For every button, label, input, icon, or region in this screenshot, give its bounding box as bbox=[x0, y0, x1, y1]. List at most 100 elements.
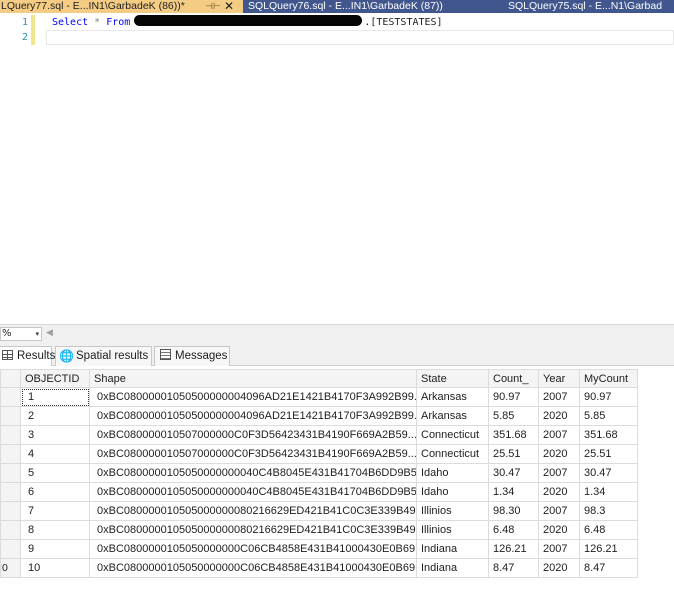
cell-objectid[interactable]: 3 bbox=[20, 425, 90, 445]
table-row[interactable]: 5 0xBC0800000105050000000040C4B8045E431B… bbox=[0, 463, 638, 483]
tab-sqlquery75[interactable]: SQLQuery75.sql - E...N1\Garbad bbox=[508, 0, 674, 13]
cell-year[interactable]: 2007 bbox=[538, 501, 580, 521]
row-number[interactable] bbox=[0, 406, 21, 426]
tab-results[interactable]: Results bbox=[0, 346, 55, 367]
tab-spatial-results[interactable]: 🌐 Spatial results bbox=[55, 346, 152, 366]
column-header-objectid[interactable]: OBJECTID bbox=[20, 369, 90, 388]
cell-objectid[interactable]: 2 bbox=[20, 406, 90, 426]
cell-objectid[interactable]: 1 bbox=[20, 387, 90, 407]
cell-state[interactable]: Illinios bbox=[416, 501, 489, 521]
cell-objectid[interactable]: 6 bbox=[20, 482, 90, 502]
cell-shape[interactable]: 0xBC080000010505000000080216629ED421B41C… bbox=[89, 501, 417, 521]
cell-shape[interactable]: 0xBC080000010505000000080216629ED421B41C… bbox=[89, 520, 417, 540]
row-number[interactable] bbox=[0, 539, 21, 559]
cell-shape[interactable]: 0xBC0800000105050000000C06CB4858E431B410… bbox=[89, 539, 417, 559]
cell-count[interactable]: 98.30 bbox=[488, 501, 539, 521]
cell-mycount[interactable]: 1.34 bbox=[579, 482, 638, 502]
column-header-shape[interactable]: Shape bbox=[89, 369, 417, 388]
row-number[interactable] bbox=[0, 463, 21, 483]
query-editor[interactable]: 1 2 Select * From .[TESTSTATES] bbox=[0, 13, 674, 324]
cell-year[interactable]: 2007 bbox=[538, 425, 580, 445]
code-line-1[interactable]: Select * From .[TESTSTATES] bbox=[52, 15, 443, 30]
scroll-left-arrow-icon[interactable]: ◀ bbox=[46, 328, 53, 338]
column-header-count[interactable]: Count_ bbox=[488, 369, 539, 388]
pin-icon[interactable]: ⊣⊢ bbox=[205, 0, 221, 13]
results-grid[interactable]: OBJECTID Shape State Count_ Year MyCount… bbox=[0, 369, 638, 578]
table-row[interactable]: 1 0xBC08000001050500000004096AD21E1421B4… bbox=[0, 387, 638, 407]
cell-mycount[interactable]: 5.85 bbox=[579, 406, 638, 426]
table-row[interactable]: 2 0xBC08000001050500000004096AD21E1421B4… bbox=[0, 406, 638, 426]
table-row[interactable]: 9 0xBC0800000105050000000C06CB4858E431B4… bbox=[0, 539, 638, 559]
cell-shape[interactable]: 0xBC08000001050500000004096AD21E1421B417… bbox=[89, 387, 417, 407]
cell-year[interactable]: 2020 bbox=[538, 520, 580, 540]
cell-state[interactable]: Idaho bbox=[416, 463, 489, 483]
cell-count[interactable]: 1.34 bbox=[488, 482, 539, 502]
tab-sqlquery76[interactable]: SQLQuery76.sql - E...IN1\GarbadeK (87)) bbox=[248, 0, 498, 13]
cell-mycount[interactable]: 25.51 bbox=[579, 444, 638, 464]
cell-mycount[interactable]: 351.68 bbox=[579, 425, 638, 445]
cell-state[interactable]: Arkansas bbox=[416, 406, 489, 426]
cell-state[interactable]: Connecticut bbox=[416, 425, 489, 445]
column-header-state[interactable]: State bbox=[416, 369, 489, 388]
table-row[interactable]: 6 0xBC0800000105050000000040C4B8045E431B… bbox=[0, 482, 638, 502]
cell-year[interactable]: 2007 bbox=[538, 387, 580, 407]
cell-mycount[interactable]: 30.47 bbox=[579, 463, 638, 483]
cell-year[interactable]: 2007 bbox=[538, 539, 580, 559]
cell-objectid[interactable]: 5 bbox=[20, 463, 90, 483]
cell-state[interactable]: Connecticut bbox=[416, 444, 489, 464]
cell-year[interactable]: 2020 bbox=[538, 444, 580, 464]
column-header-mycount[interactable]: MyCount bbox=[579, 369, 638, 388]
cell-mycount[interactable]: 98.3 bbox=[579, 501, 638, 521]
cell-objectid[interactable]: 8 bbox=[20, 520, 90, 540]
cell-shape[interactable]: 0xBC0800000105050000000C06CB4858E431B410… bbox=[89, 558, 417, 578]
row-number[interactable]: 0 bbox=[0, 558, 21, 578]
close-icon[interactable]: ✕ bbox=[221, 0, 237, 13]
cell-count[interactable]: 25.51 bbox=[488, 444, 539, 464]
cell-state[interactable]: Arkansas bbox=[416, 387, 489, 407]
cell-state[interactable]: Idaho bbox=[416, 482, 489, 502]
cell-year[interactable]: 2020 bbox=[538, 482, 580, 502]
cell-count[interactable]: 30.47 bbox=[488, 463, 539, 483]
cell-count[interactable]: 351.68 bbox=[488, 425, 539, 445]
row-number[interactable] bbox=[0, 444, 21, 464]
cell-objectid[interactable]: 9 bbox=[20, 539, 90, 559]
cell-year[interactable]: 2020 bbox=[538, 558, 580, 578]
tab-sqlquery77[interactable]: LQuery77.sql - E...IN1\GarbadeK (86))* ⊣⊢… bbox=[0, 0, 243, 13]
cell-count[interactable]: 90.97 bbox=[488, 387, 539, 407]
cell-count[interactable]: 8.47 bbox=[488, 558, 539, 578]
cell-mycount[interactable]: 6.48 bbox=[579, 520, 638, 540]
cell-state[interactable]: Indiana bbox=[416, 558, 489, 578]
table-row[interactable]: 0 10 0xBC0800000105050000000C06CB4858E43… bbox=[0, 558, 638, 578]
cell-mycount[interactable]: 126.21 bbox=[579, 539, 638, 559]
cell-year[interactable]: 2020 bbox=[538, 406, 580, 426]
cell-count[interactable]: 5.85 bbox=[488, 406, 539, 426]
cell-shape[interactable]: 0xBC0800000105050000000040C4B8045E431B41… bbox=[89, 463, 417, 483]
row-number[interactable] bbox=[0, 520, 21, 540]
cell-shape[interactable]: 0xBC0800000105050000000040C4B8045E431B41… bbox=[89, 482, 417, 502]
table-row[interactable]: 8 0xBC080000010505000000080216629ED421B4… bbox=[0, 520, 638, 540]
table-row[interactable]: 3 0xBC080000010507000000C0F3D56423431B41… bbox=[0, 425, 638, 445]
cell-shape[interactable]: 0xBC080000010507000000C0F3D56423431B4190… bbox=[89, 444, 417, 464]
row-number[interactable] bbox=[0, 425, 21, 445]
row-header-corner[interactable] bbox=[0, 369, 21, 388]
table-row[interactable]: 4 0xBC080000010507000000C0F3D56423431B41… bbox=[0, 444, 638, 464]
row-number[interactable] bbox=[0, 501, 21, 521]
cell-objectid[interactable]: 10 bbox=[20, 558, 90, 578]
cell-count[interactable]: 126.21 bbox=[488, 539, 539, 559]
cell-mycount[interactable]: 90.97 bbox=[579, 387, 638, 407]
cell-shape[interactable]: 0xBC08000001050500000004096AD21E1421B417… bbox=[89, 406, 417, 426]
cell-state[interactable]: Illinios bbox=[416, 520, 489, 540]
table-row[interactable]: 7 0xBC080000010505000000080216629ED421B4… bbox=[0, 501, 638, 521]
cell-count[interactable]: 6.48 bbox=[488, 520, 539, 540]
cell-objectid[interactable]: 7 bbox=[20, 501, 90, 521]
row-number[interactable] bbox=[0, 482, 21, 502]
cell-shape[interactable]: 0xBC080000010507000000C0F3D56423431B4190… bbox=[89, 425, 417, 445]
tab-messages[interactable]: Messages bbox=[154, 346, 230, 366]
cell-objectid[interactable]: 4 bbox=[20, 444, 90, 464]
row-number[interactable] bbox=[0, 387, 21, 407]
column-header-year[interactable]: Year bbox=[538, 369, 580, 388]
cell-state[interactable]: Indiana bbox=[416, 539, 489, 559]
cell-year[interactable]: 2007 bbox=[538, 463, 580, 483]
cell-mycount[interactable]: 8.47 bbox=[579, 558, 638, 578]
zoom-level-dropdown[interactable]: % ▾ bbox=[0, 327, 42, 341]
